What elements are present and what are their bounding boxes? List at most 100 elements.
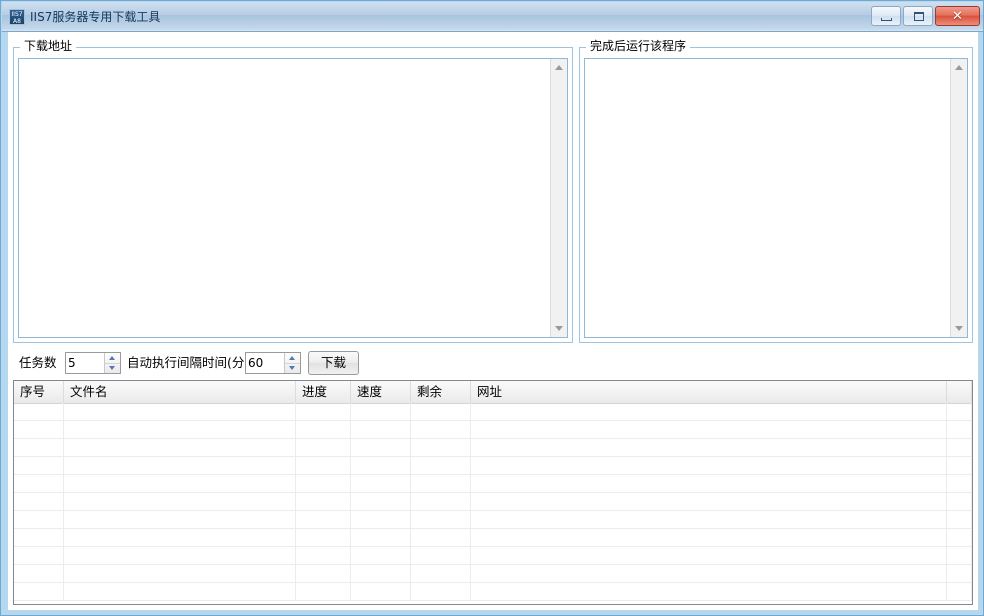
table-cell bbox=[947, 547, 972, 564]
application-window: IIS7 A8 IIS7服务器专用下载工具 ✕ 下载地址 完成后运行该程序 任务… bbox=[0, 0, 984, 616]
scroll-track[interactable] bbox=[951, 76, 967, 320]
table-cell bbox=[351, 457, 411, 474]
table-cell bbox=[64, 403, 296, 420]
scroll-down-icon[interactable] bbox=[951, 320, 967, 337]
table-cell bbox=[471, 529, 947, 546]
download-address-field-wrapper bbox=[18, 58, 568, 338]
column-header-3[interactable]: 速度 bbox=[351, 381, 411, 403]
table-cell bbox=[14, 457, 64, 474]
download-list: 序号 文件名 进度 速度 剩余 网址 bbox=[13, 380, 973, 605]
task-count-input[interactable] bbox=[66, 353, 104, 373]
table-cell bbox=[296, 403, 351, 420]
column-header-4[interactable]: 剩余 bbox=[411, 381, 471, 403]
column-header-2[interactable]: 进度 bbox=[296, 381, 351, 403]
table-cell bbox=[471, 493, 947, 510]
column-header-0[interactable]: 序号 bbox=[14, 381, 64, 403]
table-cell bbox=[947, 511, 972, 528]
table-cell bbox=[351, 529, 411, 546]
table-cell bbox=[296, 475, 351, 492]
table-cell bbox=[471, 583, 947, 600]
table-cell bbox=[64, 583, 296, 600]
download-button[interactable]: 下载 bbox=[308, 351, 359, 375]
table-row[interactable] bbox=[14, 403, 972, 421]
table-cell bbox=[64, 457, 296, 474]
close-button[interactable]: ✕ bbox=[935, 6, 980, 26]
download-address-scrollbar[interactable] bbox=[550, 59, 567, 337]
table-cell bbox=[947, 493, 972, 510]
maximize-icon bbox=[914, 12, 924, 21]
table-cell bbox=[411, 421, 471, 438]
table-cell bbox=[947, 583, 972, 600]
task-count-decrement-icon[interactable] bbox=[105, 363, 120, 373]
table-row[interactable] bbox=[14, 529, 972, 547]
table-row[interactable] bbox=[14, 457, 972, 475]
table-row[interactable] bbox=[14, 565, 972, 583]
table-cell bbox=[14, 529, 64, 546]
table-cell bbox=[14, 403, 64, 420]
interval-stepper[interactable] bbox=[245, 352, 301, 374]
task-count-stepper[interactable] bbox=[65, 352, 121, 374]
scroll-up-icon[interactable] bbox=[951, 59, 967, 76]
table-row[interactable] bbox=[14, 493, 972, 511]
table-cell bbox=[411, 565, 471, 582]
table-cell bbox=[296, 439, 351, 456]
interval-decrement-icon[interactable] bbox=[285, 363, 300, 373]
table-cell bbox=[411, 475, 471, 492]
column-header-1[interactable]: 文件名 bbox=[64, 381, 296, 403]
table-cell bbox=[947, 565, 972, 582]
table-row[interactable] bbox=[14, 421, 972, 439]
table-cell bbox=[64, 439, 296, 456]
table-cell bbox=[411, 403, 471, 420]
interval-label: 自动执行间隔时间(分) bbox=[127, 355, 250, 370]
table-cell bbox=[14, 493, 64, 510]
table-cell bbox=[296, 421, 351, 438]
table-cell bbox=[471, 421, 947, 438]
run-after-scrollbar[interactable] bbox=[950, 59, 967, 337]
run-after-complete-group-label: 完成后运行该程序 bbox=[586, 39, 691, 53]
table-cell bbox=[351, 583, 411, 600]
interval-input[interactable] bbox=[246, 353, 284, 373]
table-cell bbox=[471, 439, 947, 456]
table-cell bbox=[64, 547, 296, 564]
table-cell bbox=[947, 439, 972, 456]
interval-spin-buttons bbox=[284, 353, 300, 373]
table-cell bbox=[411, 583, 471, 600]
download-address-group: 下载地址 bbox=[13, 39, 573, 343]
table-cell bbox=[947, 403, 972, 420]
table-cell bbox=[14, 475, 64, 492]
table-cell bbox=[471, 565, 947, 582]
column-header-6[interactable] bbox=[947, 381, 972, 403]
download-list-header: 序号 文件名 进度 速度 剩余 网址 bbox=[14, 381, 972, 404]
scroll-down-icon[interactable] bbox=[551, 320, 567, 337]
control-row: 任务数 自动执行间隔时间(分) 下载 bbox=[13, 350, 973, 376]
client-area: 下载地址 完成后运行该程序 任务数 5 自动执行间隔时间(分) 60 下载 序号… bbox=[8, 32, 978, 610]
download-address-input[interactable] bbox=[19, 59, 550, 337]
table-cell bbox=[947, 529, 972, 546]
download-list-body bbox=[14, 403, 972, 604]
minimize-button[interactable] bbox=[871, 6, 901, 26]
table-row[interactable] bbox=[14, 475, 972, 493]
table-row[interactable] bbox=[14, 547, 972, 565]
task-count-spin-buttons bbox=[104, 353, 120, 373]
table-cell bbox=[351, 511, 411, 528]
table-cell bbox=[296, 511, 351, 528]
table-row[interactable] bbox=[14, 439, 972, 457]
table-cell bbox=[296, 493, 351, 510]
table-cell bbox=[947, 475, 972, 492]
table-cell bbox=[14, 547, 64, 564]
table-cell bbox=[14, 439, 64, 456]
app-icon-line2: A8 bbox=[13, 18, 21, 25]
table-cell bbox=[64, 511, 296, 528]
table-cell bbox=[296, 547, 351, 564]
scroll-track[interactable] bbox=[551, 76, 567, 320]
run-after-input[interactable] bbox=[585, 59, 950, 337]
table-cell bbox=[296, 529, 351, 546]
table-cell bbox=[947, 421, 972, 438]
maximize-button[interactable] bbox=[903, 6, 933, 26]
scroll-up-icon[interactable] bbox=[551, 59, 567, 76]
task-count-label: 任务数 bbox=[19, 355, 57, 370]
column-header-5[interactable]: 网址 bbox=[471, 381, 947, 403]
table-row[interactable] bbox=[14, 511, 972, 529]
table-cell bbox=[411, 457, 471, 474]
table-row[interactable] bbox=[14, 583, 972, 601]
